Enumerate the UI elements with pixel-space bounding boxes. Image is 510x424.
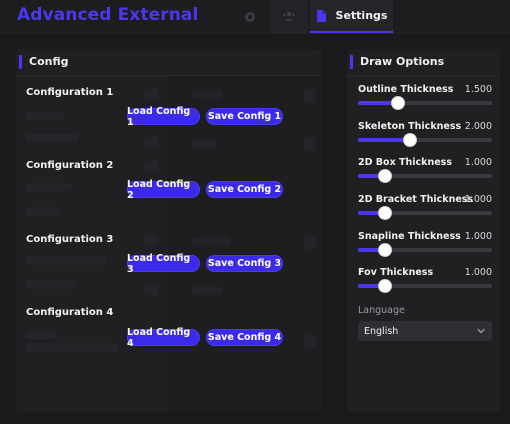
config-title: Config (29, 55, 69, 68)
load-config-1-button[interactable]: Load Config 1 (127, 106, 200, 128)
header-divider (0, 33, 510, 34)
chevron-down-icon (477, 328, 485, 334)
bracket-2d-thickness-label: 2D Bracket Thickness (358, 194, 474, 205)
outline-thickness-slider[interactable] (358, 97, 492, 109)
outline-thickness-label: Outline Thickness (358, 84, 454, 95)
save-config-2-button[interactable]: Save Config 2 (206, 181, 283, 198)
faded-item (26, 112, 64, 120)
faded-item (304, 137, 316, 151)
load-config-2-button[interactable]: Load Config 2 (127, 179, 200, 201)
load-config-4-button[interactable]: Load Config 4 (127, 327, 200, 349)
slider-fill (358, 138, 411, 142)
slider-thumb[interactable] (378, 170, 391, 182)
app-title: Advanced External (17, 5, 199, 25)
snapline-thickness-slider[interactable] (358, 244, 492, 256)
config-3-label: Configuration 3 (26, 234, 114, 245)
config-2-label: Configuration 2 (26, 160, 114, 171)
faded-item (192, 237, 230, 245)
users-icon (282, 11, 296, 21)
fov-thickness-label: Fov Thickness (358, 267, 434, 278)
tab-players[interactable] (270, 0, 308, 33)
bracket-2d-thickness-slider[interactable] (358, 207, 492, 219)
faded-item (304, 235, 316, 249)
faded-item (144, 285, 158, 295)
language-select[interactable]: English (358, 321, 492, 341)
faded-item (304, 89, 316, 103)
save-config-1-button[interactable]: Save Config 1 (206, 108, 283, 125)
slider-thumb[interactable] (404, 134, 417, 146)
faded-item (144, 137, 158, 147)
snapline-thickness-label: Snapline Thickness (358, 231, 461, 242)
faded-item (26, 331, 56, 339)
save-config-4-button[interactable]: Save Config 4 (206, 329, 283, 346)
faded-item (26, 257, 106, 265)
faded-item (26, 343, 118, 351)
slider-thumb[interactable] (378, 207, 391, 219)
config-4-label: Configuration 4 (26, 307, 114, 318)
fov-thickness-value: 1.000 (464, 267, 492, 278)
title-bar: Advanced External Settings (0, 0, 510, 33)
tab-settings[interactable]: Settings (310, 0, 393, 33)
config-1-label: Configuration 1 (26, 87, 114, 98)
slider-thumb[interactable] (378, 280, 391, 292)
faded-item (192, 91, 222, 99)
faded-item (26, 183, 72, 191)
tab-visuals[interactable] (232, 0, 268, 33)
faded-item (26, 134, 78, 142)
load-config-3-button[interactable]: Load Config 3 (127, 253, 200, 275)
faded-item (144, 235, 158, 245)
box-2d-thickness-value: 1.000 (464, 157, 492, 168)
skeleton-thickness-slider[interactable] (358, 134, 492, 146)
outline-thickness-value: 1.500 (464, 84, 492, 95)
faded-item (144, 89, 158, 99)
box-2d-thickness-slider[interactable] (358, 170, 492, 182)
faded-item (26, 281, 76, 289)
fov-thickness-slider[interactable] (358, 280, 492, 292)
language-label: Language (358, 305, 405, 316)
draw-options-title: Draw Options (360, 55, 445, 68)
skeleton-thickness-label: Skeleton Thickness (358, 121, 462, 132)
faded-item (144, 161, 158, 171)
faded-item (26, 207, 60, 215)
save-config-3-button[interactable]: Save Config 3 (206, 255, 283, 272)
box-2d-thickness-label: 2D Box Thickness (358, 157, 452, 168)
draw-options-panel: Draw Options Outline Thickness 1.500 Ske… (347, 49, 500, 412)
accent-bar (350, 55, 353, 69)
skeleton-thickness-value: 2.000 (464, 121, 492, 132)
tab-settings-label: Settings (335, 9, 388, 22)
slider-thumb[interactable] (392, 97, 405, 109)
accent-bar (19, 55, 22, 69)
bracket-2d-thickness-value: 1.000 (464, 194, 492, 205)
document-icon (316, 9, 326, 22)
app-window: Advanced External Settings Config Config… (0, 0, 510, 424)
divider (347, 75, 500, 76)
snapline-thickness-value: 1.000 (464, 231, 492, 242)
language-value: English (364, 325, 399, 337)
config-panel: Config Configuration 1 Load Config 1 Sav… (16, 49, 322, 412)
faded-item (192, 140, 216, 148)
faded-item (192, 287, 222, 295)
eye-icon (245, 11, 255, 22)
faded-item (304, 335, 316, 349)
slider-thumb[interactable] (378, 244, 391, 256)
